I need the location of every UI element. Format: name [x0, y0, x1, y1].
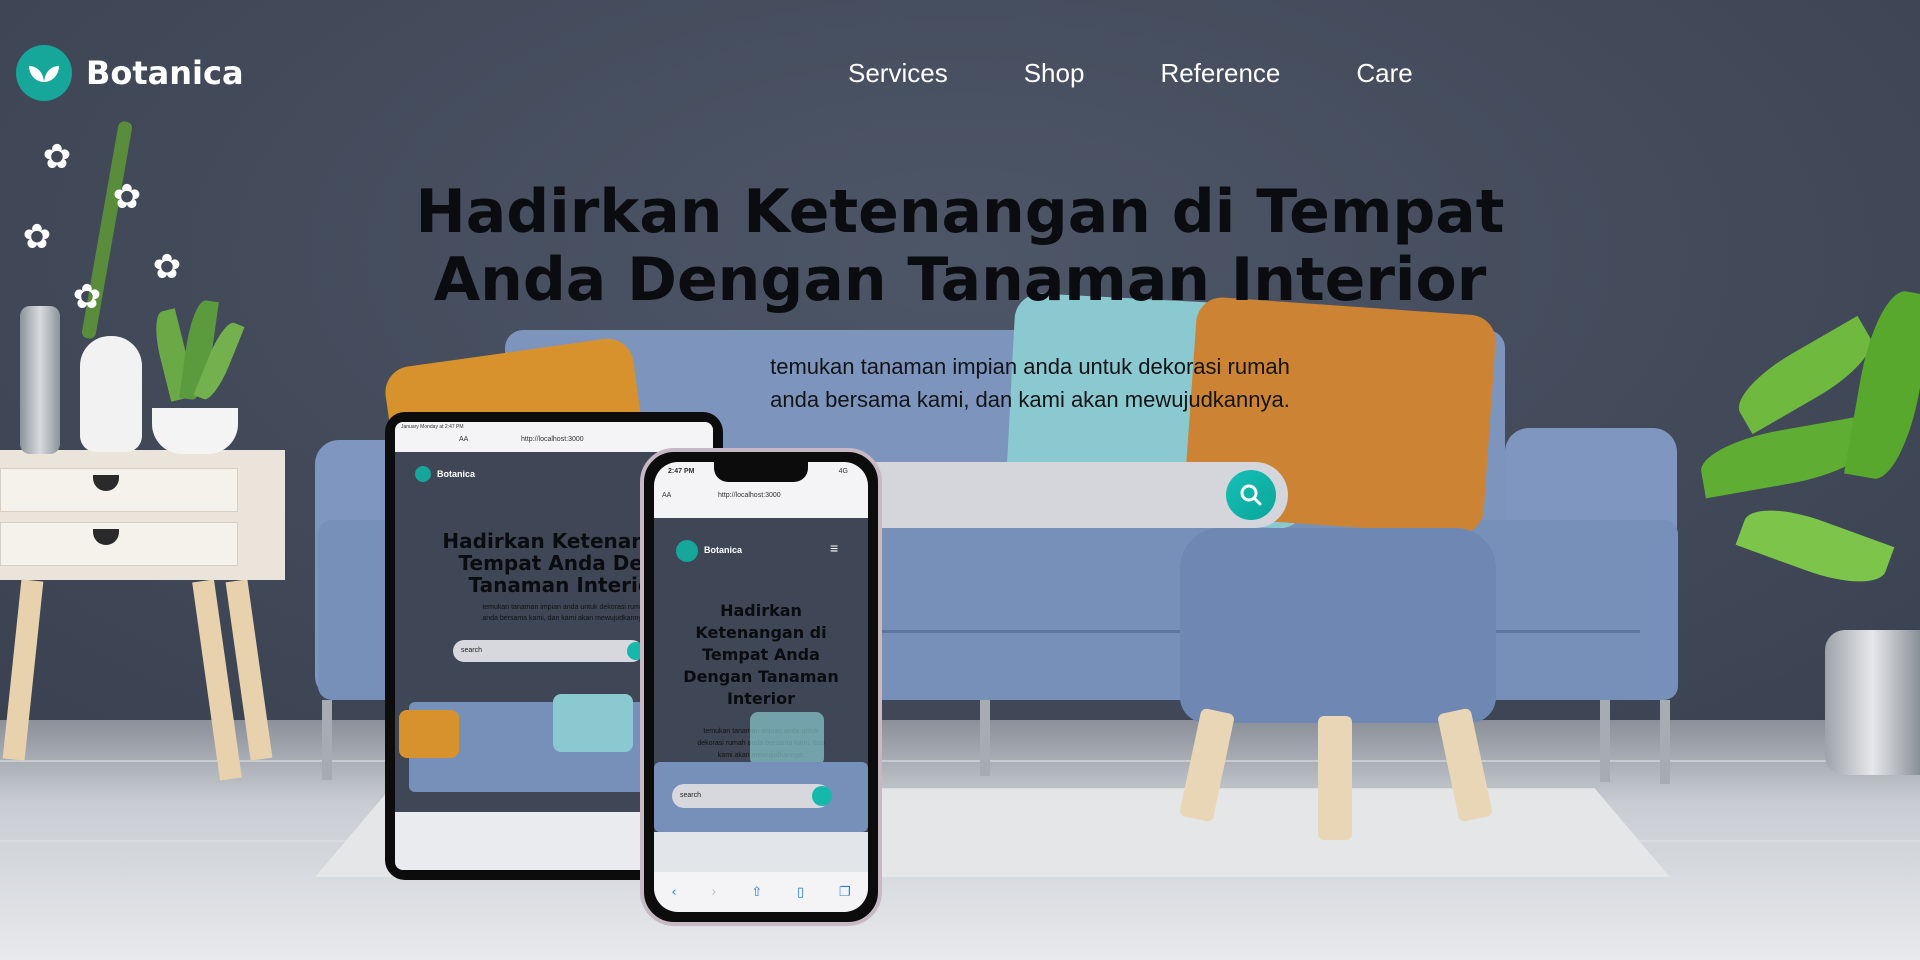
hero-subtitle-line: anda bersama kami, dan kami akan mewujud…: [770, 387, 1290, 412]
phone-notch: [714, 462, 808, 482]
phone-hero-title: Hadirkan Ketenangan di Tempat Anda Denga…: [664, 600, 858, 710]
phone-floor: [654, 832, 868, 872]
tablet-pillow: [399, 710, 459, 758]
brand-name: Botanica: [86, 54, 244, 92]
tablet-pillow: [553, 694, 633, 752]
hero-subtitle-line: temukan tanaman impian anda untuk dekora…: [770, 354, 1290, 379]
phone-title-line: Ketenangan di: [695, 623, 827, 642]
leaf-icon: [16, 45, 72, 101]
tabs-icon[interactable]: ❐: [839, 885, 851, 900]
sofa-leg: [322, 700, 332, 780]
hero-title-line: Hadirkan Ketenangan di Tempat: [415, 177, 1505, 247]
brand-logo[interactable]: Botanica: [16, 45, 244, 101]
floor-tile-line: [0, 760, 1920, 762]
main-nav: Services Shop Reference Care: [848, 58, 1413, 89]
nav-services[interactable]: Services: [848, 58, 948, 89]
hero-title-line: Anda Dengan Tanaman Interior: [433, 245, 1487, 315]
phone-pillow: [750, 712, 824, 766]
sofa-leg: [1660, 700, 1670, 784]
hero-subtitle: temukan tanaman impian anda untuk dekora…: [700, 350, 1360, 416]
tablet-status: January Monday at 2:47 PM: [401, 424, 464, 430]
ottoman: [1180, 528, 1496, 723]
phone-logo-icon: [676, 540, 698, 562]
bookmarks-icon[interactable]: ▯: [797, 885, 804, 900]
orchid-flower: ✿: [152, 247, 182, 287]
phone-search-icon[interactable]: [812, 786, 832, 806]
tablet-address-prefix: AA: [459, 436, 469, 443]
phone-tabbar: ‹ › ⇧ ▯ ❐: [654, 872, 868, 912]
metal-plant-pot: [1825, 630, 1920, 775]
nav-reference[interactable]: Reference: [1160, 58, 1280, 89]
orchid-flower: ✿: [22, 217, 52, 257]
search-input[interactable]: [860, 462, 1288, 528]
phone-mockup: 2:47 PM 4G AA http://localhost:3000 Bota…: [640, 448, 882, 926]
ottoman-leg: [1318, 716, 1352, 840]
phone-url[interactable]: http://localhost:3000: [718, 492, 781, 499]
phone-title-line: Dengan Tanaman: [683, 667, 839, 686]
phone-title-line: Interior: [726, 689, 796, 708]
phone-time: 2:47 PM: [668, 468, 695, 475]
tablet-url[interactable]: http://localhost:3000: [521, 436, 584, 443]
back-icon[interactable]: ‹: [671, 885, 676, 900]
tablet-logo-icon: [415, 466, 431, 482]
phone-brand: Botanica: [704, 545, 743, 555]
side-table-drawer: [0, 522, 238, 566]
side-table-drawer: [0, 468, 238, 512]
orchid-flower: ✿: [42, 137, 72, 177]
phone-title-line: Tempat Anda: [702, 645, 820, 664]
phone-screen: 2:47 PM 4G AA http://localhost:3000 Bota…: [654, 462, 868, 912]
succulent-pot: [152, 408, 238, 454]
sofa-leg: [980, 700, 990, 776]
search-icon: [1240, 484, 1262, 506]
tablet-brand: Botanica: [437, 469, 476, 479]
hamburger-menu-icon[interactable]: ≡: [830, 540, 838, 556]
orchid-flower: ✿: [72, 277, 102, 317]
share-icon[interactable]: ⇧: [751, 885, 762, 900]
orchid-flower: ✿: [112, 177, 142, 217]
tablet-browser-bar: January Monday at 2:47 PM AA http://loca…: [395, 422, 713, 452]
phone-address-prefix: AA: [662, 492, 672, 499]
forward-icon[interactable]: ›: [711, 885, 716, 900]
phone-search-input[interactable]: search: [672, 784, 830, 808]
thermos-bottle: [20, 306, 60, 454]
tablet-search-input[interactable]: search: [453, 640, 643, 662]
search-button[interactable]: [1226, 470, 1276, 520]
nav-care[interactable]: Care: [1356, 58, 1412, 89]
phone-title-line: Hadirkan: [720, 601, 802, 620]
white-vase: [80, 336, 142, 452]
sofa-leg: [1600, 700, 1610, 782]
nav-shop[interactable]: Shop: [1024, 58, 1085, 89]
phone-network: 4G: [838, 468, 848, 475]
hero-title: Hadirkan Ketenangan di Tempat Anda Denga…: [410, 178, 1510, 314]
